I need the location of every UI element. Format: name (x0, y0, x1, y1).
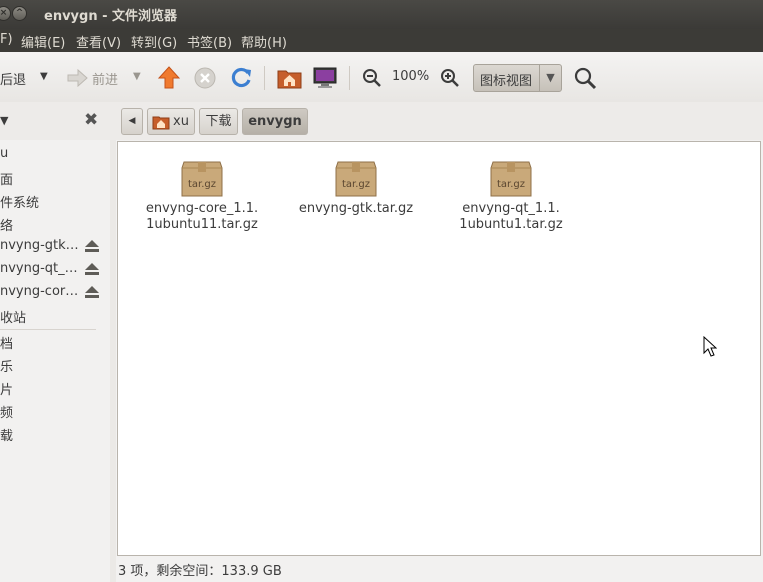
zoom-out-icon[interactable] (362, 68, 382, 88)
file-view[interactable]: tar.gz envyng-core_1.1. 1ubuntu11.tar.gz… (117, 141, 761, 556)
location-bar: ▼ ✖ (0, 102, 763, 140)
sidebar-item-envyng-qt[interactable]: nvyng-qt_… (0, 261, 78, 276)
file-name-line: envyng-gtk.tar.gz (298, 201, 414, 216)
menu-help[interactable]: 帮助(H) (241, 32, 287, 51)
file-name-line: 1ubuntu1.tar.gz (459, 217, 563, 232)
close-sidebar-icon[interactable]: ✖ (84, 110, 98, 130)
status-bar: 3 项，剩余空间：133.9 GB (117, 557, 763, 582)
sidebar-item-documents[interactable]: 档 (0, 333, 13, 352)
sidebar-item-music[interactable]: 乐 (0, 356, 13, 375)
sidebar-mode-dropdown[interactable]: ▼ (0, 114, 8, 127)
reload-icon[interactable] (230, 67, 253, 89)
sidebar-item-envyng-gtk[interactable]: nvyng-gtk… (0, 238, 79, 253)
forward-button[interactable]: 前进 (92, 69, 118, 88)
breadcrumb-label: xu (173, 114, 189, 129)
toolbar: 后退 ▼ 前进 ▼ 100% (0, 52, 763, 102)
zoom-level: 100% (392, 69, 430, 84)
toolbar-separator (349, 66, 350, 90)
home-folder-icon (152, 116, 170, 130)
sidebar-item-downloads[interactable]: 载 (0, 425, 13, 444)
sidebar-item-videos[interactable]: 频 (0, 402, 13, 421)
breadcrumb-downloads[interactable]: 下载 (199, 108, 238, 135)
sidebar-item-desktop[interactable]: 面 (0, 169, 13, 188)
computer-icon[interactable] (313, 67, 337, 89)
sidebar-item-trash[interactable]: 收站 (0, 307, 26, 326)
menu-go[interactable]: 转到(G) (131, 32, 177, 51)
back-history-dropdown[interactable]: ▼ (40, 71, 48, 82)
up-arrow-icon[interactable] (158, 66, 180, 90)
package-icon-label: tar.gz (187, 179, 217, 190)
package-icon-label: tar.gz (341, 179, 371, 190)
mouse-cursor-icon (703, 336, 717, 357)
maximize-icon[interactable]: ^ (12, 6, 27, 21)
file-item[interactable]: tar.gz envyng-core_1.1. 1ubuntu11.tar.gz (132, 159, 272, 233)
file-item[interactable]: tar.gz envyng-gtk.tar.gz (286, 159, 426, 217)
eject-icon[interactable] (84, 285, 100, 299)
breadcrumb-left-arrow-icon[interactable]: ◀ (121, 108, 143, 135)
menu-bar: F) 编辑(E) 查看(V) 转到(G) 书签(B) 帮助(H) (0, 29, 763, 52)
file-name-line: envyng-core_1.1. (145, 201, 259, 216)
package-icon-label: tar.gz (496, 179, 526, 190)
sidebar: u 面 件系统 络 nvyng-gtk… nvyng-qt_… nvyng-co… (0, 140, 110, 582)
zoom-in-icon[interactable] (440, 68, 460, 88)
stop-icon[interactable] (194, 67, 216, 89)
window-title: envygn - 文件浏览器 (44, 9, 178, 24)
status-text: 3 项，剩余空间：133.9 GB (118, 564, 282, 579)
forward-arrow-icon[interactable] (66, 69, 88, 87)
menu-bookmarks[interactable]: 书签(B) (187, 32, 232, 51)
sidebar-resize-handle[interactable] (110, 140, 116, 582)
back-button[interactable]: 后退 (0, 69, 26, 88)
menu-edit[interactable]: 编辑(E) (21, 32, 65, 51)
package-icon: tar.gz (334, 159, 378, 199)
sidebar-item-network[interactable]: 络 (0, 215, 13, 234)
file-name-line: envyng-qt_1.1. (462, 201, 560, 216)
forward-history-dropdown[interactable]: ▼ (133, 71, 141, 82)
chevron-down-icon[interactable]: ▼ (539, 65, 561, 91)
menu-view[interactable]: 查看(V) (76, 32, 121, 51)
sidebar-item-pictures[interactable]: 片 (0, 379, 13, 398)
file-item[interactable]: tar.gz envyng-qt_1.1. 1ubuntu1.tar.gz (441, 159, 581, 233)
view-mode-label: 图标视图 (480, 74, 533, 89)
view-mode-select[interactable]: 图标视图 ▼ (473, 64, 562, 92)
search-icon[interactable] (574, 67, 597, 90)
package-icon: tar.gz (489, 159, 533, 199)
eject-icon[interactable] (84, 262, 100, 276)
breadcrumb-current[interactable]: envygn (242, 108, 308, 135)
sidebar-item-home[interactable]: u (0, 146, 8, 161)
file-name-line: 1ubuntu11.tar.gz (146, 217, 258, 232)
menu-file[interactable]: F) (0, 32, 13, 47)
toolbar-separator (264, 66, 265, 90)
sidebar-separator (0, 329, 96, 330)
title-bar: × ^ envygn - 文件浏览器 (0, 0, 763, 29)
sidebar-item-filesystem[interactable]: 件系统 (0, 192, 39, 211)
close-icon[interactable]: × (0, 6, 11, 21)
eject-icon[interactable] (84, 239, 100, 253)
package-icon: tar.gz (180, 159, 224, 199)
breadcrumb-home[interactable]: xu (147, 108, 195, 135)
home-folder-icon[interactable] (277, 67, 302, 89)
sidebar-item-envyng-core[interactable]: nvyng-cor… (0, 284, 78, 299)
